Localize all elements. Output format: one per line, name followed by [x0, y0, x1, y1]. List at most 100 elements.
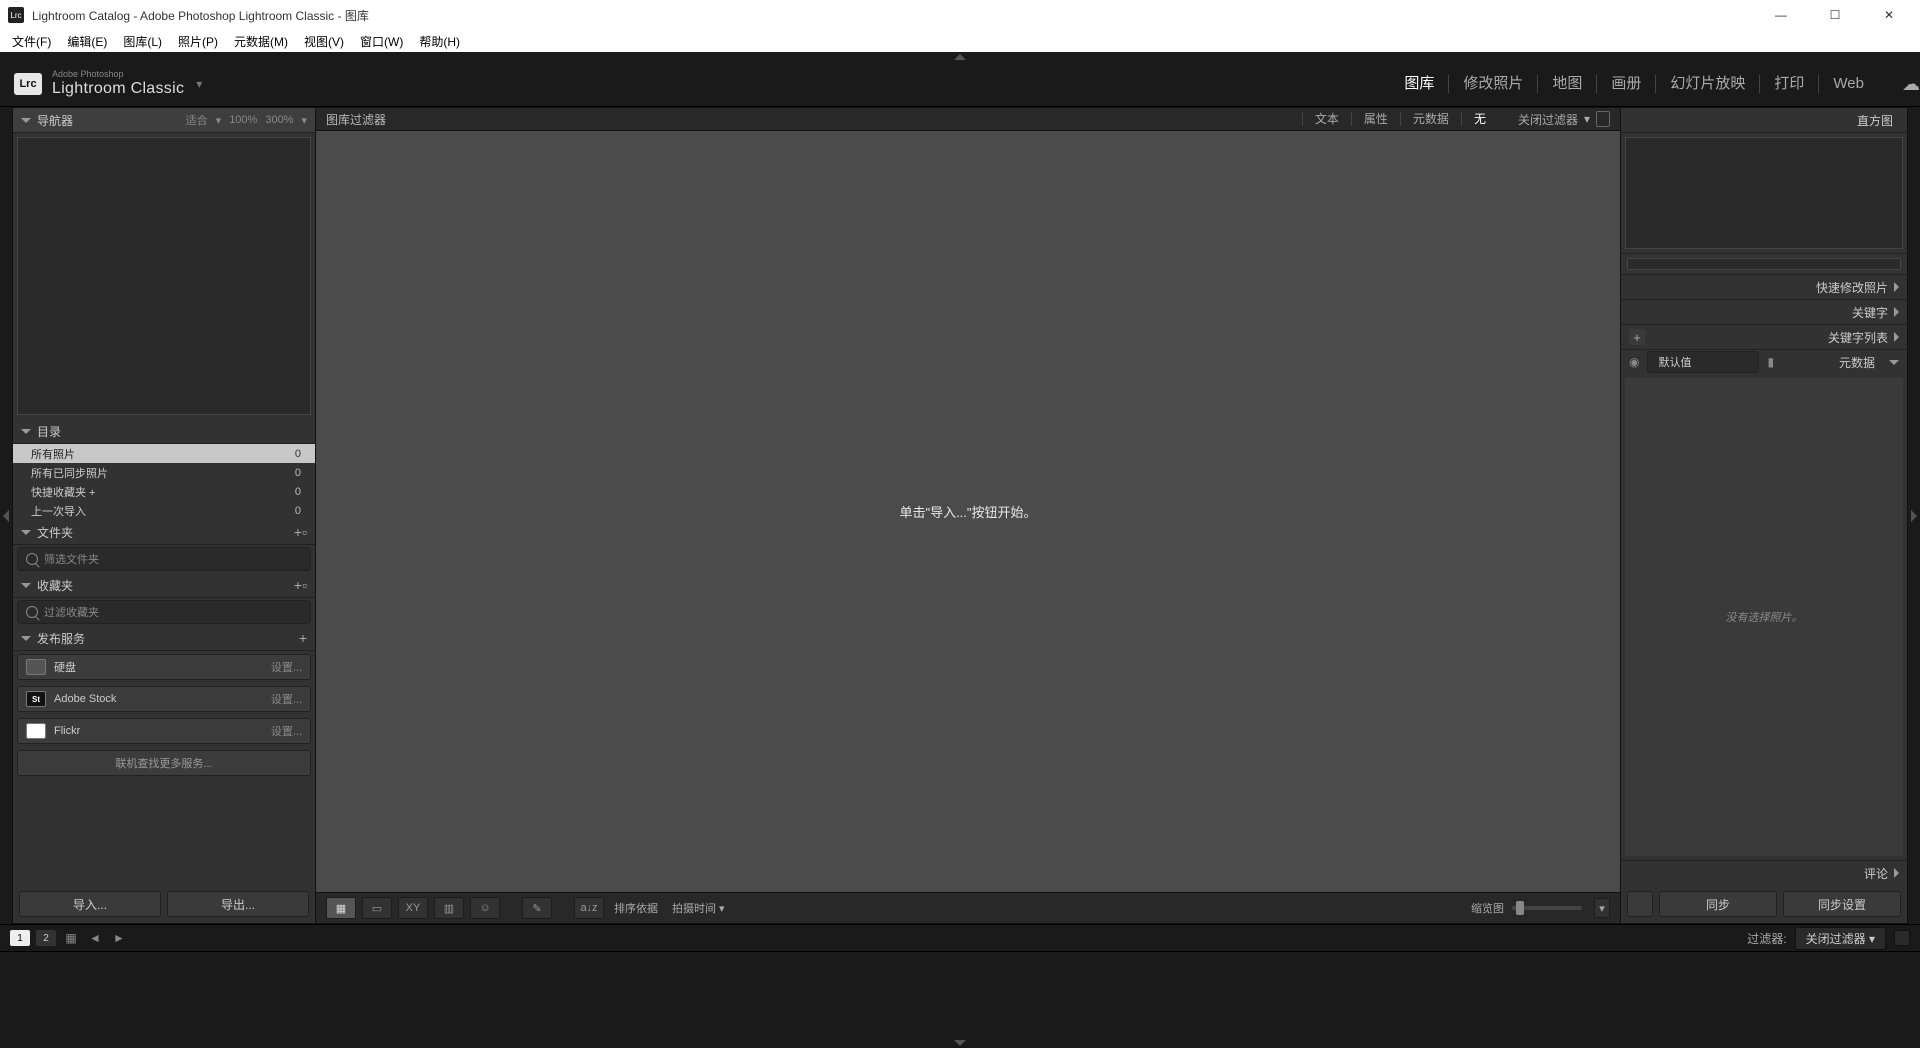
minimize-button[interactable]: —	[1758, 0, 1804, 30]
menu-window[interactable]: 窗口(W)	[354, 31, 409, 52]
menu-photo[interactable]: 照片(P)	[172, 31, 224, 52]
painter-tool-button[interactable]: ✎	[522, 897, 552, 919]
compare-view-button[interactable]: XY	[398, 897, 428, 919]
sync-switch-button[interactable]	[1627, 891, 1653, 917]
module-slideshow[interactable]: 幻灯片放映	[1655, 75, 1759, 93]
module-web[interactable]: Web	[1818, 75, 1878, 93]
catalog-all-photos[interactable]: 所有照片0	[13, 444, 315, 463]
catalog-quick-collection[interactable]: 快捷收藏夹 +0	[13, 482, 315, 501]
thumbnail-size-slider[interactable]	[1512, 906, 1582, 910]
right-panel: 直方图 快速修改照片 关键字 + 关键字列表 ◉ 默认值 ▮ 元数据	[1620, 107, 1908, 924]
main-window-button[interactable]: 1	[10, 930, 30, 946]
metadata-eye-icon[interactable]: ◉	[1629, 355, 1639, 369]
filmstrip[interactable]	[0, 951, 1920, 1038]
publish-harddrive[interactable]: 硬盘 设置...	[17, 654, 311, 680]
close-button[interactable]: ✕	[1866, 0, 1912, 30]
menu-file[interactable]: 文件(F)	[6, 31, 57, 52]
publish-header[interactable]: 发布服务 +	[13, 626, 315, 651]
filter-preset-dropdown[interactable]: 关闭过滤器	[1518, 111, 1578, 128]
survey-view-button[interactable]: ▥	[434, 897, 464, 919]
harddrive-icon	[26, 659, 46, 675]
second-window-button[interactable]: 2	[36, 930, 56, 946]
nav-zoom-fit[interactable]: 适合	[186, 112, 208, 128]
publish-setup-link[interactable]: 设置...	[271, 691, 302, 707]
quick-develop-header[interactable]: 快速修改照片	[1621, 274, 1907, 299]
nav-zoom-300[interactable]: 300%	[265, 114, 293, 126]
catalog-header[interactable]: 目录	[13, 419, 315, 444]
metadata-preset-dropdown[interactable]: 默认值	[1647, 351, 1759, 373]
histogram-display	[1625, 137, 1903, 249]
thumbnail-label: 缩览图	[1471, 900, 1504, 916]
top-panel-toggle[interactable]	[0, 52, 1920, 62]
sort-field-dropdown[interactable]: 拍摄时间 ▾	[672, 900, 725, 916]
publish-flickr[interactable]: Flickr 设置...	[17, 718, 311, 744]
keyword-add-button[interactable]: +	[1629, 329, 1645, 345]
folders-filter-input[interactable]: 筛选文件夹	[17, 547, 311, 571]
adobe-stock-icon: St	[26, 691, 46, 707]
menu-bar: 文件(F) 编辑(E) 图库(L) 照片(P) 元数据(M) 视图(V) 窗口(…	[0, 30, 1920, 52]
publish-setup-link[interactable]: 设置...	[271, 659, 302, 675]
sync-settings-button[interactable]: 同步设置	[1783, 891, 1901, 917]
filter-tab-attribute[interactable]: 属性	[1351, 112, 1400, 126]
menu-library[interactable]: 图库(L)	[117, 31, 168, 52]
search-icon	[26, 606, 38, 618]
folders-header[interactable]: 文件夹 +▫	[13, 520, 315, 545]
publish-add-button[interactable]: +	[299, 630, 307, 646]
metadata-body: 没有选择照片。	[1625, 378, 1903, 856]
sync-button[interactable]: 同步	[1659, 891, 1777, 917]
export-button[interactable]: 导出...	[167, 891, 309, 917]
loupe-view-button[interactable]: ▭	[362, 897, 392, 919]
module-book[interactable]: 画册	[1596, 75, 1655, 93]
metadata-header[interactable]: ◉ 默认值 ▮ 元数据	[1621, 349, 1907, 374]
search-icon	[26, 553, 38, 565]
bottom-panel-toggle[interactable]	[0, 1038, 1920, 1048]
import-button[interactable]: 导入...	[19, 891, 161, 917]
metadata-target-icon[interactable]: ▮	[1767, 355, 1774, 369]
menu-metadata[interactable]: 元数据(M)	[228, 31, 294, 52]
menu-view[interactable]: 视图(V)	[298, 31, 350, 52]
publish-adobe-stock[interactable]: St Adobe Stock 设置...	[17, 686, 311, 712]
filter-switch-icon[interactable]	[1894, 930, 1910, 946]
grid-shortcut-icon[interactable]: ▦	[62, 931, 80, 945]
histogram-header[interactable]: 直方图	[1621, 108, 1907, 133]
maximize-button[interactable]: ☐	[1812, 0, 1858, 30]
nav-back-icon[interactable]: ◄	[86, 931, 104, 945]
comments-header[interactable]: 评论	[1621, 860, 1907, 885]
folders-add-button[interactable]: +▫	[294, 524, 307, 540]
navigator-preview[interactable]	[17, 137, 311, 415]
right-panel-toggle[interactable]	[1908, 107, 1920, 924]
module-map[interactable]: 地图	[1537, 75, 1596, 93]
filter-tab-text[interactable]: 文本	[1302, 112, 1351, 126]
navigator-header[interactable]: 导航器 适合▾ 100% 300%▾	[13, 108, 315, 133]
cloud-sync-icon[interactable]: ☁	[1902, 74, 1920, 95]
identity-menu-caret[interactable]: ▾	[196, 77, 202, 91]
collections-title: 收藏夹	[37, 577, 73, 594]
filter-tab-none[interactable]: 无	[1461, 112, 1498, 126]
folders-title: 文件夹	[37, 524, 73, 541]
menu-edit[interactable]: 编辑(E)	[61, 31, 113, 52]
publish-title: 发布服务	[37, 630, 85, 647]
nav-forward-icon[interactable]: ►	[110, 931, 128, 945]
keyword-list-header[interactable]: + 关键字列表	[1621, 324, 1907, 349]
collections-header[interactable]: 收藏夹 +▫	[13, 573, 315, 598]
sort-direction-button[interactable]: a↓z	[574, 897, 604, 919]
module-develop[interactable]: 修改照片	[1448, 75, 1537, 93]
publish-find-more[interactable]: 联机查找更多服务...	[17, 750, 311, 776]
toolbar-options-button[interactable]: ▾	[1594, 898, 1610, 918]
catalog-previous-import[interactable]: 上一次导入0	[13, 501, 315, 520]
filter-tab-metadata[interactable]: 元数据	[1400, 112, 1461, 126]
collections-filter-input[interactable]: 过滤收藏夹	[17, 600, 311, 624]
keywording-header[interactable]: 关键字	[1621, 299, 1907, 324]
left-panel-toggle[interactable]	[0, 107, 12, 924]
publish-setup-link[interactable]: 设置...	[271, 723, 302, 739]
people-view-button[interactable]: ☺	[470, 897, 500, 919]
catalog-synced-photos[interactable]: 所有已同步照片0	[13, 463, 315, 482]
grid-view-button[interactable]: ▦	[326, 897, 356, 919]
filter-lock-icon[interactable]	[1596, 111, 1610, 127]
module-library[interactable]: 图库	[1390, 75, 1448, 93]
menu-help[interactable]: 帮助(H)	[413, 31, 466, 52]
status-filter-dropdown[interactable]: 关闭过滤器 ▾	[1795, 927, 1886, 950]
collections-add-button[interactable]: +▫	[294, 577, 307, 593]
module-print[interactable]: 打印	[1759, 75, 1818, 93]
nav-zoom-100[interactable]: 100%	[229, 114, 257, 126]
